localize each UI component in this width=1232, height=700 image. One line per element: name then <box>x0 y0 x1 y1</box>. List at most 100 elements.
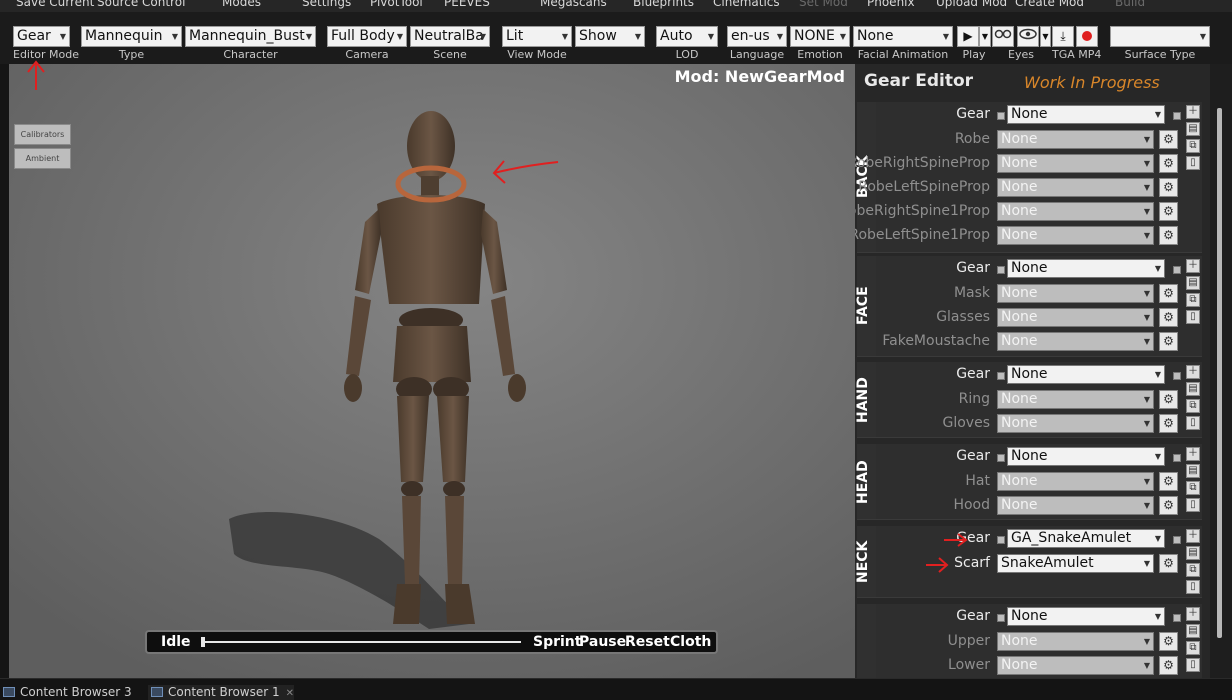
anim-slider-handle[interactable] <box>201 637 205 647</box>
gear-toggle[interactable] <box>1173 112 1181 120</box>
gear-toggle[interactable] <box>1173 454 1181 462</box>
robe-left-spine1-prop-select[interactable]: None ▼ <box>997 226 1154 245</box>
surface-type-select[interactable]: ▼ <box>1110 26 1210 47</box>
lower-select[interactable]: None ▼ <box>997 656 1154 675</box>
delete-icon[interactable]: ▯ <box>1186 498 1200 512</box>
scarf-select[interactable]: SnakeAmulet ▼ <box>997 554 1154 573</box>
settings-gear-icon[interactable]: ⚙ <box>1159 202 1178 221</box>
delete-icon[interactable]: ▯ <box>1186 156 1200 170</box>
show-button[interactable]: Show ▼ <box>575 26 645 47</box>
save-icon[interactable]: ▤ <box>1186 122 1200 136</box>
close-icon[interactable]: ✕ <box>286 688 294 699</box>
gear-toggle[interactable] <box>1173 266 1181 274</box>
settings-gear-icon[interactable]: ⚙ <box>1159 472 1178 491</box>
robe-right-spine1-prop-select[interactable]: None ▼ <box>997 202 1154 221</box>
tab-content-browser-3[interactable]: Content Browser 3 <box>0 685 132 700</box>
gear-checkbox[interactable] <box>997 454 1005 462</box>
eyes-lashes-icon[interactable] <box>992 26 1014 47</box>
gear-select[interactable]: None ▼ <box>1007 365 1165 384</box>
anim-slider-track[interactable] <box>201 641 521 643</box>
upper-select[interactable]: None ▼ <box>997 632 1154 651</box>
settings-gear-icon[interactable]: ⚙ <box>1159 632 1178 651</box>
gear-select[interactable]: None ▼ <box>1007 447 1165 466</box>
anim-cloth-button[interactable]: Cloth <box>670 634 711 650</box>
menu-phoenix[interactable]: Phoenix <box>867 0 915 9</box>
robe-right-spine-prop-select[interactable]: None ▼ <box>997 154 1154 173</box>
emotion-select[interactable]: NONE ▼ <box>790 26 850 47</box>
gear-toggle[interactable] <box>1173 536 1181 544</box>
fake-moustache-select[interactable]: None ▼ <box>997 332 1154 351</box>
menu-settings[interactable]: Settings <box>302 0 351 9</box>
settings-gear-icon[interactable]: ⚙ <box>1159 226 1178 245</box>
scene-select[interactable]: NeutralBa ▼ <box>410 26 490 47</box>
settings-gear-icon[interactable]: ⚙ <box>1159 656 1178 675</box>
play-options-chevron-icon[interactable]: ▼ <box>979 26 991 47</box>
copy-icon[interactable]: ⧉ <box>1186 139 1200 153</box>
settings-gear-icon[interactable]: ⚙ <box>1159 554 1178 573</box>
gear-checkbox[interactable] <box>997 536 1005 544</box>
robe-left-spine-prop-select[interactable]: None ▼ <box>997 178 1154 197</box>
menu-blueprints[interactable]: Blueprints <box>633 0 694 9</box>
gear-select[interactable]: None ▼ <box>1007 105 1165 124</box>
scrollbar-thumb[interactable] <box>1217 108 1222 638</box>
add-icon[interactable]: ＋ <box>1186 259 1200 273</box>
settings-gear-icon[interactable]: ⚙ <box>1159 414 1178 433</box>
copy-icon[interactable]: ⧉ <box>1186 641 1200 655</box>
gear-checkbox[interactable] <box>997 266 1005 274</box>
eyes-options-chevron-icon[interactable]: ▼ <box>1040 26 1051 47</box>
panel-scrollbar[interactable] <box>1210 64 1232 678</box>
menu-modes[interactable]: Modes <box>222 0 261 9</box>
gear-toggle[interactable] <box>1173 372 1181 380</box>
settings-gear-icon[interactable]: ⚙ <box>1159 496 1178 515</box>
mask-select[interactable]: None ▼ <box>997 284 1154 303</box>
download-icon[interactable]: ⤓ <box>1052 26 1074 47</box>
lod-select[interactable]: Auto ▼ <box>656 26 718 47</box>
menu-pivottool[interactable]: PivotTool <box>370 0 423 9</box>
menu-create-mod[interactable]: Create Mod <box>1015 0 1084 9</box>
menu-peeves[interactable]: PEEVES <box>444 0 490 9</box>
delete-icon[interactable]: ▯ <box>1186 658 1200 672</box>
settings-gear-icon[interactable]: ⚙ <box>1159 178 1178 197</box>
save-icon[interactable]: ▤ <box>1186 624 1200 638</box>
gear-select[interactable]: None ▼ <box>1007 607 1165 626</box>
camera-select[interactable]: Full Body ▼ <box>327 26 407 47</box>
add-icon[interactable]: ＋ <box>1186 607 1200 621</box>
settings-gear-icon[interactable]: ⚙ <box>1159 332 1178 351</box>
view-mode-select[interactable]: Lit ▼ <box>502 26 572 47</box>
ambient-button[interactable]: Ambient <box>14 148 71 169</box>
settings-gear-icon[interactable]: ⚙ <box>1159 390 1178 409</box>
copy-icon[interactable]: ⧉ <box>1186 293 1200 307</box>
settings-gear-icon[interactable]: ⚙ <box>1159 308 1178 327</box>
gear-select[interactable]: GA_SnakeAmulet ▼ <box>1007 529 1165 548</box>
play-icon[interactable]: ▶ <box>957 26 979 47</box>
add-icon[interactable]: ＋ <box>1186 365 1200 379</box>
delete-icon[interactable]: ▯ <box>1186 416 1200 430</box>
anim-sprint-button[interactable]: Sprint <box>533 634 581 650</box>
anim-reset-button[interactable]: Reset <box>625 634 670 650</box>
copy-icon[interactable]: ⧉ <box>1186 563 1200 577</box>
menu-source-control[interactable]: Source Control <box>97 0 185 9</box>
save-icon[interactable]: ▤ <box>1186 382 1200 396</box>
glasses-select[interactable]: None ▼ <box>997 308 1154 327</box>
hat-select[interactable]: None ▼ <box>997 472 1154 491</box>
menu-save-current[interactable]: Save Current <box>16 0 94 9</box>
hood-select[interactable]: None ▼ <box>997 496 1154 515</box>
add-icon[interactable]: ＋ <box>1186 447 1200 461</box>
add-icon[interactable]: ＋ <box>1186 105 1200 119</box>
anim-pause-button[interactable]: Pause <box>579 634 626 650</box>
menu-cinematics[interactable]: Cinematics <box>713 0 780 9</box>
anim-idle-label[interactable]: Idle <box>161 634 191 650</box>
gear-checkbox[interactable] <box>997 372 1005 380</box>
add-icon[interactable]: ＋ <box>1186 529 1200 543</box>
save-icon[interactable]: ▤ <box>1186 546 1200 560</box>
eye-icon[interactable] <box>1017 26 1039 47</box>
settings-gear-icon[interactable]: ⚙ <box>1159 130 1178 149</box>
copy-icon[interactable]: ⧉ <box>1186 399 1200 413</box>
gear-select[interactable]: None ▼ <box>1007 259 1165 278</box>
robe-select[interactable]: None ▼ <box>997 130 1154 149</box>
gear-checkbox[interactable] <box>997 614 1005 622</box>
save-icon[interactable]: ▤ <box>1186 464 1200 478</box>
gear-checkbox[interactable] <box>997 112 1005 120</box>
3d-viewport[interactable]: Calibrators Ambient Mod: NewGearMod Idle… <box>9 64 855 678</box>
gloves-select[interactable]: None ▼ <box>997 414 1154 433</box>
